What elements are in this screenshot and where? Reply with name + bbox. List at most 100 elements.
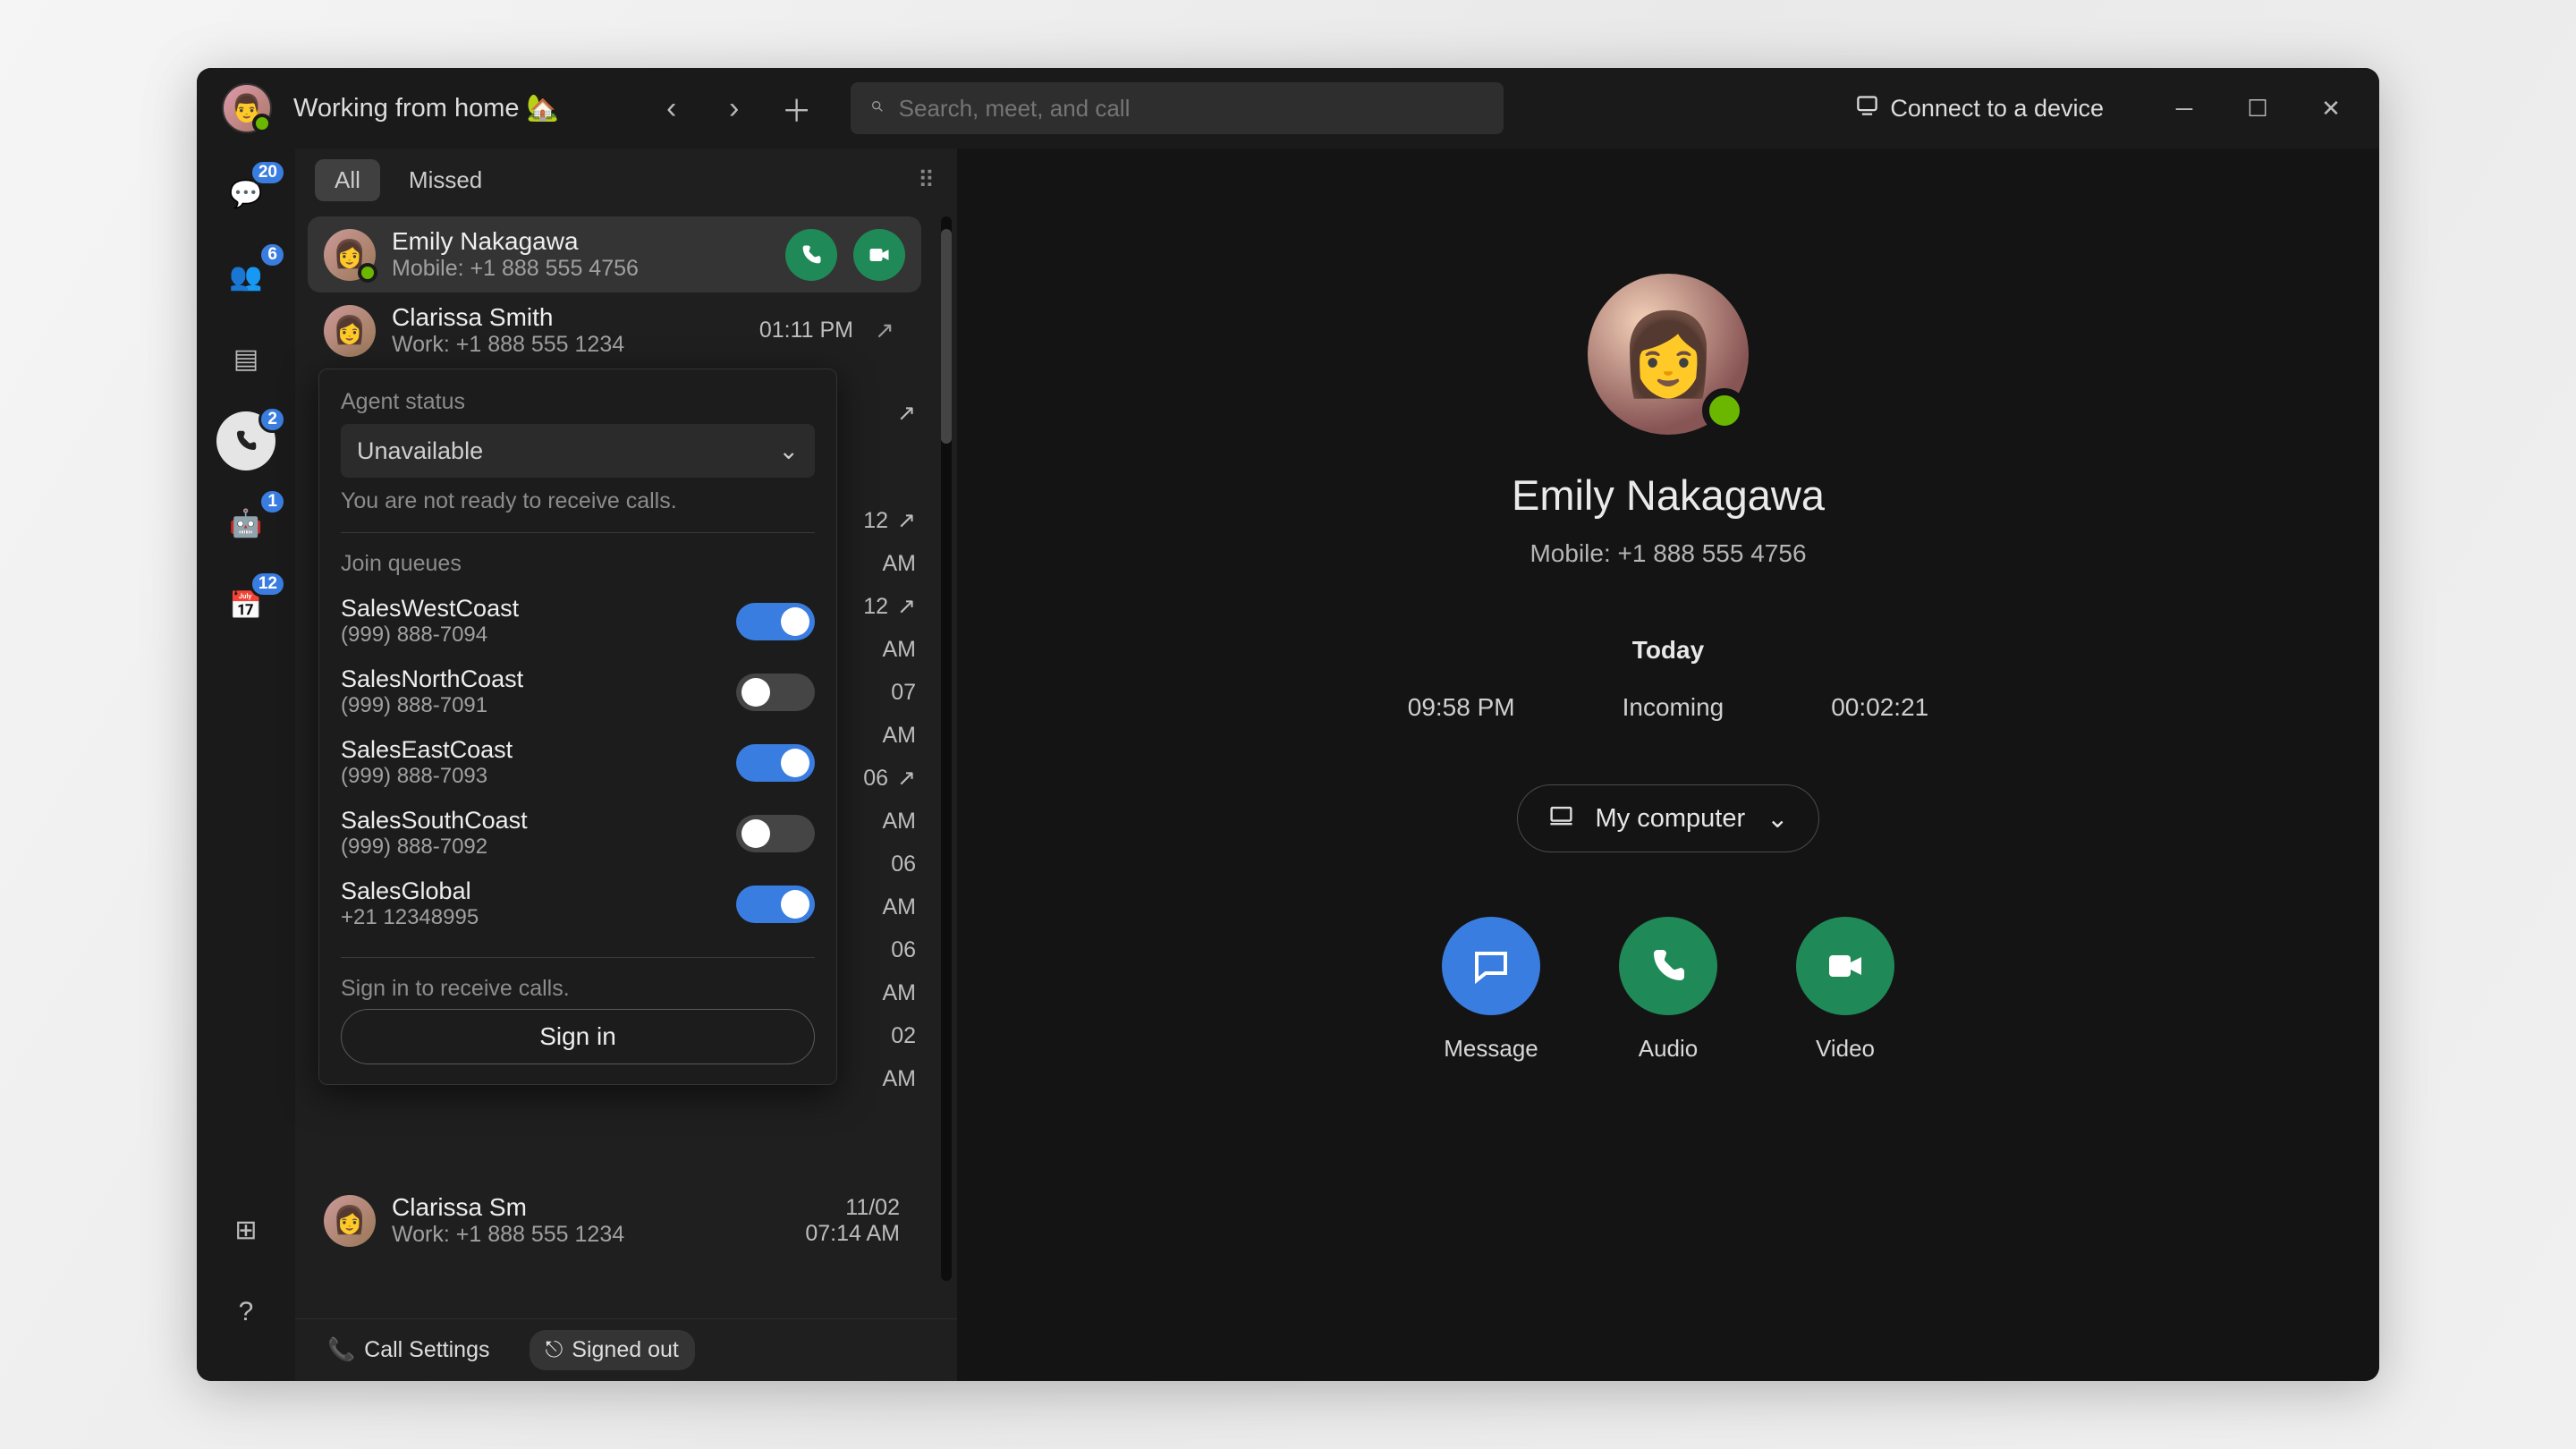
tab-all[interactable]: All — [315, 159, 380, 201]
computer-icon — [1548, 802, 1574, 835]
minimize-button[interactable]: ─ — [2152, 83, 2216, 133]
window-controls: ─ ☐ ✕ — [2152, 83, 2363, 133]
queue-name: SalesWestCoast — [341, 595, 519, 623]
toggle-knob — [781, 890, 809, 919]
call-direction: Incoming — [1623, 693, 1724, 722]
rail-teams[interactable]: 👥6 — [216, 247, 275, 306]
outgoing-call-icon: ↗ — [897, 585, 916, 628]
audio-label: Audio — [1639, 1035, 1699, 1063]
contact-number: Work: +1 888 555 1234 — [392, 1222, 789, 1248]
agent-status-popup: Agent status Unavailable ⌄ You are not r… — [318, 369, 837, 1085]
outgoing-call-icon: ↗ — [897, 757, 916, 800]
app-window: 👨 Working from home 🏡 ‹ › ＋ Connect to a… — [197, 68, 2379, 1381]
contact-number: Mobile: +1 888 555 4756 — [392, 256, 769, 282]
calls-tabs: All Missed ⠿ — [295, 148, 957, 211]
queue-name: SalesGlobal — [341, 877, 479, 905]
toggle-knob — [741, 678, 770, 707]
call-time: 01:11 PM — [759, 318, 853, 343]
profile-avatar[interactable]: 👨 — [222, 83, 272, 133]
peeking-times: ↗ 12↗ AM 12↗ AM 07 AM 06↗ AM 06 AM 06 AM… — [863, 390, 916, 1100]
contact-detail-pane: 👩 Emily Nakagawa Mobile: +1 888 555 4756… — [957, 148, 2379, 1381]
audio-button[interactable] — [1619, 917, 1717, 1015]
new-chat-button[interactable]: ＋ — [772, 83, 822, 133]
badge: 6 — [258, 242, 286, 268]
message-button[interactable] — [1442, 917, 1540, 1015]
video-button[interactable] — [1796, 917, 1894, 1015]
agent-status-select[interactable]: Unavailable ⌄ — [341, 424, 815, 478]
outgoing-call-icon: ↗ — [875, 317, 905, 344]
badge: 2 — [258, 406, 286, 433]
call-date: 11/02 — [805, 1195, 900, 1221]
close-button[interactable]: ✕ — [2299, 83, 2363, 133]
contact-avatar: 👩 — [324, 1195, 376, 1247]
call-time: 09:58 PM — [1408, 693, 1515, 722]
signin-button[interactable]: Sign in — [341, 1009, 815, 1064]
agent-status-label: Agent status — [341, 389, 815, 415]
queue-toggle[interactable] — [736, 744, 815, 782]
forward-button[interactable]: › — [709, 83, 759, 133]
queue-row: SalesWestCoast(999) 888-7094 — [341, 586, 815, 657]
rail-apps[interactable]: ⊞ — [216, 1200, 275, 1259]
chevron-down-icon: ⌄ — [1767, 803, 1788, 835]
audio-call-button[interactable] — [785, 229, 837, 281]
calls-list-panel: All Missed ⠿ 👩 Emily Nakagawa Mobile: +1… — [295, 148, 957, 1381]
signed-status-label: Signed out — [572, 1337, 679, 1363]
call-settings-button[interactable]: 📞 Call Settings — [311, 1330, 506, 1370]
calls-footer: 📞 Call Settings ⎋ Signed out — [295, 1318, 957, 1381]
video-call-button[interactable] — [853, 229, 905, 281]
rail-chat[interactable]: 💬20 — [216, 165, 275, 224]
app-rail: 💬20 👥6 ▤ 2 🤖1 📅12 ⊞ ? — [197, 148, 295, 1381]
connect-device-button[interactable]: Connect to a device — [1855, 93, 2104, 123]
search-bar[interactable] — [851, 82, 1504, 134]
queue-row: SalesGlobal+21 12348995 — [341, 869, 815, 939]
scrollbar-thumb[interactable] — [941, 229, 952, 444]
contact-actions: Message Audio Video — [1442, 917, 1894, 1063]
signed-status-chip[interactable]: ⎋ Signed out — [530, 1330, 695, 1370]
queue-phone: (999) 888-7094 — [341, 623, 519, 648]
queue-row: SalesSouthCoast(999) 888-7092 — [341, 798, 815, 869]
toggle-knob — [741, 819, 770, 848]
badge: 1 — [258, 488, 286, 515]
call-duration: 00:02:21 — [1831, 693, 1928, 722]
queue-phone: +21 12348995 — [341, 905, 479, 930]
settings-call-icon: 📞 — [327, 1337, 355, 1363]
contact-name: Clarissa Sm — [392, 1193, 789, 1222]
rail-bot[interactable]: 🤖1 — [216, 494, 275, 553]
queue-toggle[interactable] — [736, 603, 815, 640]
cast-icon — [1855, 93, 1879, 123]
back-button[interactable]: ‹ — [647, 83, 697, 133]
queue-toggle[interactable] — [736, 886, 815, 923]
rail-calls[interactable]: 2 — [216, 411, 275, 470]
search-input[interactable] — [899, 95, 1484, 123]
queue-name: SalesEastCoast — [341, 736, 513, 764]
rail-calendar[interactable]: 📅12 — [216, 576, 275, 635]
list-scrollbar[interactable] — [941, 216, 952, 1281]
drag-handle-icon[interactable]: ⠿ — [918, 166, 937, 194]
message-label: Message — [1444, 1035, 1538, 1063]
call-row[interactable]: 👩 Clarissa Sm Work: +1 888 555 1234 11/0… — [308, 1182, 921, 1258]
contact-avatar: 👩 — [324, 229, 376, 281]
badge: 12 — [250, 571, 286, 597]
device-selector[interactable]: My computer ⌄ — [1517, 784, 1820, 852]
presence-status-text[interactable]: Working from home 🏡 — [293, 93, 559, 123]
queue-toggle[interactable] — [736, 674, 815, 711]
tab-missed[interactable]: Missed — [389, 159, 502, 201]
device-label: My computer — [1596, 804, 1746, 834]
call-row[interactable]: 👩 Clarissa Smith Work: +1 888 555 1234 0… — [308, 292, 921, 369]
outgoing-call-icon: ↗ — [897, 499, 916, 542]
queue-name: SalesSouthCoast — [341, 807, 528, 835]
presence-icon — [358, 263, 377, 283]
queue-phone: (999) 888-7093 — [341, 764, 513, 789]
rail-contacts[interactable]: ▤ — [216, 329, 275, 388]
queue-toggle[interactable] — [736, 815, 815, 852]
connect-device-label: Connect to a device — [1890, 95, 2104, 123]
queue-phone: (999) 888-7091 — [341, 693, 523, 718]
contact-large-avatar: 👩 — [1588, 274, 1749, 435]
rail-help[interactable]: ? — [216, 1283, 275, 1342]
call-row-selected[interactable]: 👩 Emily Nakagawa Mobile: +1 888 555 4756 — [308, 216, 921, 292]
presence-available-icon — [1702, 388, 1747, 433]
maximize-button[interactable]: ☐ — [2225, 83, 2290, 133]
contact-phone: Mobile: +1 888 555 4756 — [1530, 539, 1806, 568]
queue-phone: (999) 888-7092 — [341, 835, 528, 860]
queue-name: SalesNorthCoast — [341, 665, 523, 693]
